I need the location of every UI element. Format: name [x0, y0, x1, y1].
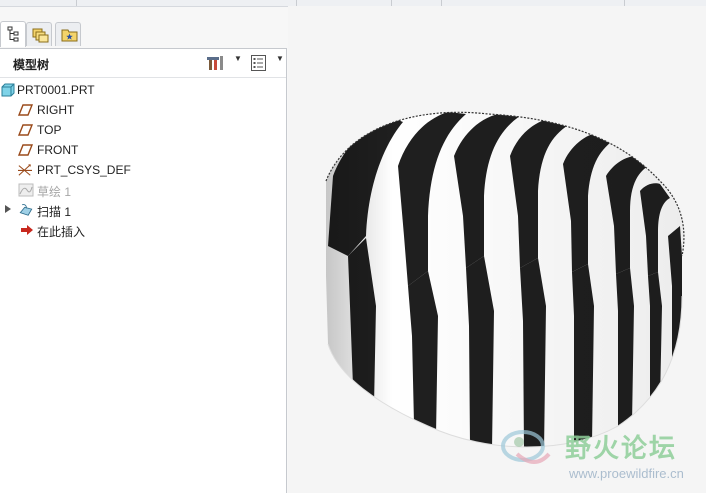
expand-arrow-icon[interactable] — [5, 205, 11, 213]
tree-item-label: 草绘 1 — [37, 185, 72, 199]
tree-structure-icon — [7, 26, 19, 42]
sketch-icon — [18, 183, 34, 197]
tree-item-label: 在此插入 — [37, 225, 86, 239]
tree-root-item[interactable]: PRT0001.PRT — [0, 80, 286, 100]
tree-item-sketch[interactable]: 草绘 1 — [0, 180, 286, 200]
model-tree-panel: 模型树 ▼ ▼ PRT0001.PRT RIGHT TOP FRONT PRT_… — [0, 48, 287, 493]
insert-here-arrow-icon — [21, 225, 33, 235]
star-folder-icon — [61, 29, 78, 42]
datum-plane-icon — [18, 124, 34, 136]
tree-item-sweep[interactable]: 扫描 1 — [0, 200, 286, 220]
panel-title: 模型树 — [13, 58, 50, 72]
tree-item-label: TOP — [37, 123, 62, 137]
watermark-url: www.proewildfire.cn — [569, 466, 684, 481]
forum-watermark: 野火论坛 www.proewildfire.cn — [497, 424, 706, 493]
striped-cylinder-model — [325, 111, 685, 448]
tree-item-label: RIGHT — [37, 103, 75, 117]
tree-item-label: 扫描 1 — [37, 205, 72, 219]
tree-item-csys[interactable]: PRT_CSYS_DEF — [0, 160, 286, 180]
settings-tools-icon — [207, 56, 223, 70]
sweep-feature-icon — [19, 204, 33, 216]
graphics-viewport[interactable] — [288, 6, 706, 493]
list-columns-icon — [251, 55, 266, 71]
tree-item-label: PRT_CSYS_DEF — [37, 163, 131, 177]
tree-item-label: FRONT — [37, 143, 79, 157]
model-tree-tab[interactable] — [0, 21, 26, 47]
part-icon — [1, 83, 15, 97]
folder-browser-tab[interactable] — [26, 22, 52, 46]
navigator-tab-bar — [0, 18, 287, 48]
folders-icon — [32, 28, 49, 43]
datum-plane-icon — [18, 144, 34, 156]
chevron-down-icon[interactable]: ▼ — [234, 54, 242, 63]
model-tree-header: 模型树 ▼ ▼ — [0, 49, 286, 78]
chevron-down-icon[interactable]: ▼ — [276, 54, 284, 63]
datum-plane-icon — [18, 104, 34, 116]
toolbar-separator — [76, 0, 77, 6]
tree-item-right-plane[interactable]: RIGHT — [0, 100, 286, 120]
favorites-tab[interactable] — [55, 22, 81, 46]
coordinate-system-icon — [18, 164, 32, 176]
tree-item-front-plane[interactable]: FRONT — [0, 140, 286, 160]
tree-item-insert-here[interactable]: 在此插入 — [0, 220, 286, 240]
tree-item-top-plane[interactable]: TOP — [0, 120, 286, 140]
watermark-title: 野火论坛 — [565, 433, 678, 463]
forum-logo-icon — [501, 430, 551, 464]
tree-item-label: PRT0001.PRT — [17, 83, 95, 97]
